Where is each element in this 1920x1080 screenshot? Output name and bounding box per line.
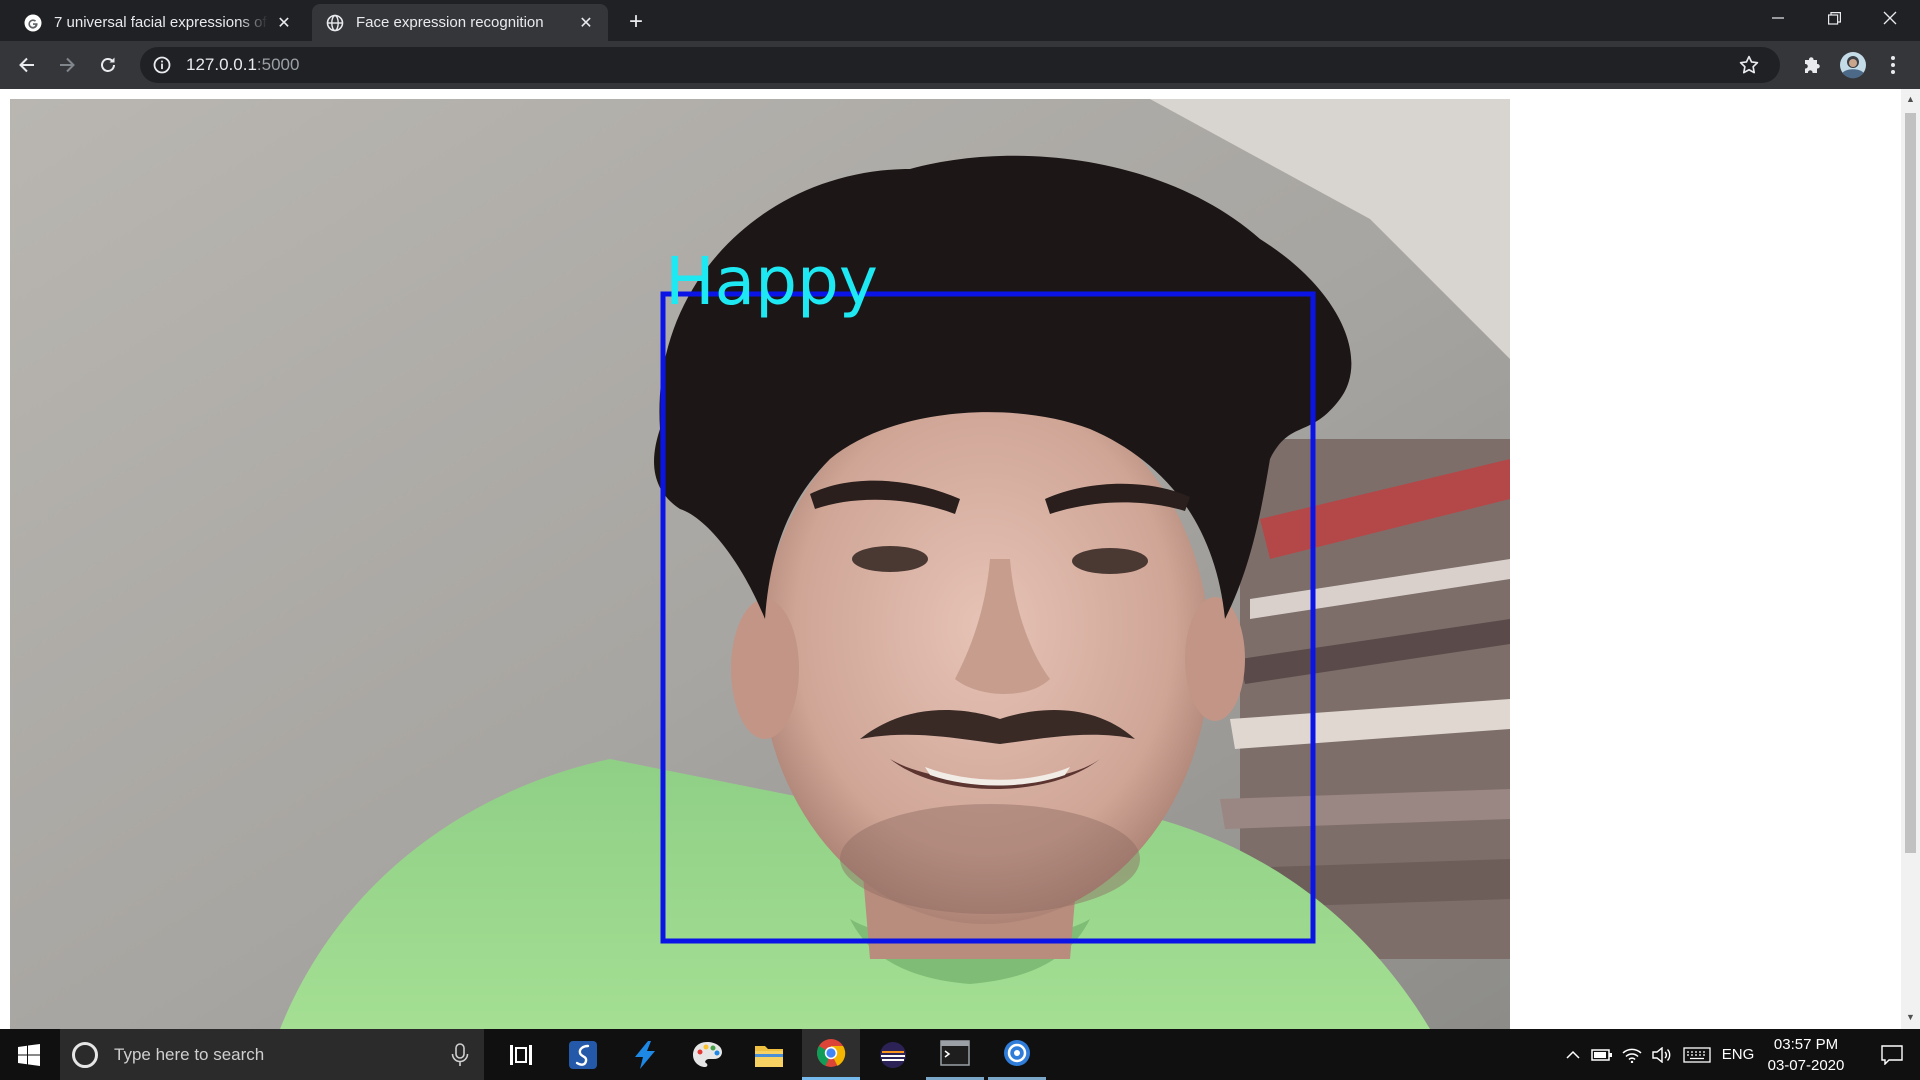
wifi-icon — [1622, 1048, 1642, 1063]
microphone-icon[interactable] — [450, 1042, 470, 1067]
webcam-frame: Happy — [10, 99, 1510, 1029]
url-text: 127.0.0.1:5000 — [186, 55, 299, 75]
reload-button[interactable] — [93, 50, 123, 80]
taskbar-terminal[interactable] — [926, 1029, 984, 1080]
taskbar-app-2[interactable] — [616, 1029, 674, 1080]
star-icon[interactable] — [1738, 54, 1760, 76]
reload-icon — [101, 57, 115, 72]
vertical-scrollbar[interactable]: ▲ ▼ — [1901, 89, 1920, 1029]
windows-logo-icon — [18, 1043, 40, 1066]
cortana-icon — [72, 1041, 98, 1068]
volume-tray-button[interactable] — [1648, 1029, 1676, 1080]
taskbar-app-1[interactable] — [554, 1029, 612, 1080]
scroll-up-arrow-icon[interactable]: ▲ — [1905, 93, 1916, 105]
action-center-button[interactable] — [1864, 1029, 1920, 1080]
url-host: 127.0.0.1 — [186, 55, 257, 74]
eclipse-icon — [880, 1041, 906, 1068]
windows-taskbar: Type here to search ENG 03:57 PM 03-07-2… — [0, 1029, 1920, 1080]
task-view-button[interactable] — [492, 1029, 550, 1080]
restore-icon — [1827, 11, 1841, 25]
restore-button[interactable] — [1806, 0, 1862, 36]
info-icon[interactable] — [152, 55, 172, 75]
profile-button[interactable] — [1838, 50, 1868, 80]
taskbar-app-eclipse[interactable] — [864, 1029, 922, 1080]
tab-title: 7 universal facial expressions of e — [54, 14, 268, 31]
scrollbar-thumb[interactable] — [1905, 113, 1916, 853]
paint-palette-icon — [693, 1041, 722, 1067]
address-bar[interactable]: 127.0.0.1:5000 — [140, 47, 1780, 83]
globe-icon — [326, 14, 344, 31]
right-ear — [1185, 597, 1245, 721]
tab-face-expression-recognition[interactable]: Face expression recognition ✕ — [312, 4, 608, 41]
taskbar-file-explorer[interactable] — [740, 1029, 798, 1080]
avatar — [1840, 52, 1866, 79]
arrow-left-icon — [19, 57, 34, 73]
battery-tray-button[interactable] — [1588, 1029, 1616, 1080]
notification-icon — [1881, 1044, 1903, 1065]
start-button[interactable] — [0, 1029, 58, 1080]
close-window-button[interactable] — [1862, 0, 1918, 36]
webcam-video-feed: Happy — [10, 99, 1510, 1029]
kebab-menu-icon — [1891, 56, 1895, 74]
browser-toolbar: 127.0.0.1:5000 — [0, 41, 1920, 89]
battery-icon — [1591, 1048, 1612, 1061]
taskbar-chrome[interactable] — [802, 1029, 860, 1080]
minimize-button[interactable] — [1750, 0, 1806, 36]
puzzle-icon — [1805, 57, 1820, 73]
beard-stubble — [840, 804, 1140, 914]
minimize-icon — [1772, 17, 1784, 19]
close-icon — [1883, 11, 1897, 25]
tab-facial-expressions[interactable]: 7 universal facial expressions of e ✕ — [10, 4, 306, 41]
show-hidden-icons-button[interactable] — [1560, 1029, 1586, 1080]
script-s-icon — [569, 1040, 597, 1069]
search-placeholder: Type here to search — [114, 1044, 265, 1064]
task-view-icon — [510, 1044, 532, 1065]
folder-icon — [755, 1045, 783, 1067]
forward-button[interactable] — [52, 50, 82, 80]
left-ear — [731, 599, 799, 739]
scroll-down-arrow-icon[interactable]: ▼ — [1905, 1011, 1916, 1023]
tab-title: Face expression recognition — [356, 14, 544, 31]
chrome-icon — [817, 1039, 846, 1067]
keyboard-icon — [1683, 1046, 1711, 1063]
left-eye — [852, 546, 928, 572]
taskbar-app-3[interactable] — [678, 1029, 736, 1080]
page-viewport: Happy ▲ ▼ — [0, 89, 1920, 1029]
url-port: :5000 — [256, 55, 300, 74]
google-g-icon — [24, 14, 42, 31]
system-clock[interactable]: 03:57 PM 03-07-2020 — [1756, 1034, 1856, 1076]
chevron-up-icon — [1566, 1050, 1580, 1059]
network-tray-button[interactable] — [1618, 1029, 1646, 1080]
close-tab-icon[interactable]: ✕ — [576, 13, 596, 33]
taskbar-search-box[interactable]: Type here to search — [60, 1029, 484, 1080]
input-language[interactable]: ENG — [1718, 1029, 1758, 1080]
menu-button[interactable] — [1878, 50, 1908, 80]
touch-keyboard-button[interactable] — [1680, 1029, 1714, 1080]
new-tab-button[interactable]: + — [622, 8, 650, 36]
back-button[interactable] — [12, 50, 42, 80]
close-tab-icon[interactable]: ✕ — [274, 13, 294, 33]
clock-date: 03-07-2020 — [1767, 1057, 1845, 1074]
arrow-right-icon — [60, 57, 75, 73]
lightning-icon — [635, 1040, 655, 1069]
speaker-icon — [1652, 1046, 1671, 1063]
terminal-icon — [940, 1040, 970, 1066]
clock-time: 03:57 PM — [1773, 1036, 1839, 1053]
browser-globe-icon — [1004, 1040, 1030, 1066]
extensions-button[interactable] — [1797, 50, 1827, 80]
emotion-label: Happy — [665, 243, 878, 320]
tab-strip: 7 universal facial expressions of e ✕ Fa… — [0, 0, 1920, 41]
taskbar-app-9[interactable] — [988, 1029, 1046, 1080]
right-eye — [1072, 548, 1148, 574]
